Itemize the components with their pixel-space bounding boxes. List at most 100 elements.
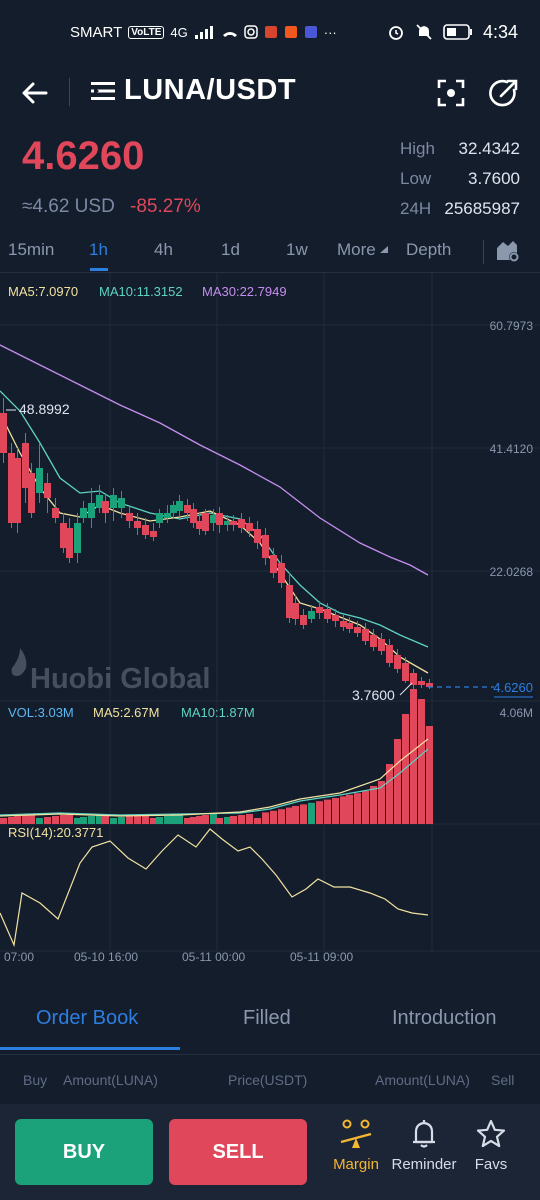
chart-canvas: Huobi Global MA5:7.0970 MA10:11.3152 MA3… <box>0 273 540 964</box>
volume-bar <box>44 817 51 824</box>
volume-bar <box>134 815 141 824</box>
scan-icon[interactable] <box>434 76 468 110</box>
tab-15min[interactable]: 15min <box>8 240 54 260</box>
volume-bar <box>346 794 353 824</box>
candle-body <box>230 521 237 525</box>
action-bar: BUY SELL Margin Reminder Favs <box>0 1104 540 1200</box>
volume-bar <box>316 801 323 824</box>
high-label: High <box>400 139 435 158</box>
star-icon <box>476 1119 506 1148</box>
candle-body <box>190 509 197 523</box>
volume-row: 24H 25685987 <box>400 194 520 224</box>
ob-amount-left-col: Amount(LUNA) <box>63 1072 158 1088</box>
usd-price: ≈4.62 USD <box>22 196 115 217</box>
volume-bar <box>418 699 425 824</box>
candle-body <box>22 443 29 488</box>
volume-bar <box>362 791 369 824</box>
tab-more[interactable]: More <box>337 240 389 260</box>
chart-settings-icon[interactable] <box>495 238 521 264</box>
volume-bar <box>60 815 67 824</box>
detail-tab-indicator <box>0 1047 180 1050</box>
candle-body <box>150 531 157 537</box>
candle-body <box>346 623 353 629</box>
low-marker: 3.7600 <box>352 687 395 703</box>
favs-button[interactable]: Favs <box>453 1118 529 1190</box>
candle-body <box>184 505 191 513</box>
order-book-header: Buy Amount(LUNA) Price(USDT) Amount(LUNA… <box>0 1072 540 1094</box>
volume-bar <box>0 818 7 824</box>
back-arrow-icon[interactable] <box>18 76 52 110</box>
sell-button[interactable]: SELL <box>169 1119 307 1185</box>
volume-bar <box>88 816 95 824</box>
ob-sell-col: Sell <box>491 1072 515 1088</box>
header-divider <box>69 78 70 106</box>
candle-body <box>8 453 15 523</box>
tab-depth[interactable]: Depth <box>406 240 451 260</box>
messenger-notification-icon <box>304 26 317 38</box>
detail-tabs: Order Book Filled Introduction <box>0 995 540 1051</box>
volume-bar <box>150 818 157 824</box>
vol-max-label: 4.06M <box>500 706 533 720</box>
last-price: 4.6260 <box>22 134 145 178</box>
candle-body <box>142 525 149 535</box>
volume-bar <box>164 816 171 824</box>
candle-body <box>286 585 293 618</box>
candle-body <box>0 413 7 453</box>
volume-bar <box>332 798 339 824</box>
tab-filled[interactable]: Filled <box>243 1007 291 1030</box>
candle-body <box>378 639 385 651</box>
time-label-2: 05-11 00:00 <box>182 950 245 964</box>
reminder-button[interactable]: Reminder <box>386 1118 462 1190</box>
vol-ma5-label: MA5:2.67M <box>93 705 159 720</box>
carrier-name: SMART <box>70 23 123 41</box>
share-icon[interactable] <box>487 76 521 110</box>
tab-order-book[interactable]: Order Book <box>36 1007 138 1030</box>
volume-bar <box>278 809 285 824</box>
tabs-divider <box>483 240 484 264</box>
candle-body <box>394 655 401 669</box>
candle-body <box>278 563 285 583</box>
candle-body <box>170 505 177 513</box>
volume-bar <box>410 689 417 824</box>
candle-body <box>354 627 361 633</box>
candle-body <box>210 515 217 523</box>
volume-bar <box>246 814 253 824</box>
buy-button[interactable]: BUY <box>15 1119 153 1185</box>
volume-bar <box>308 802 315 824</box>
candle-body <box>332 615 339 621</box>
top-bar: LUNA/USDT <box>0 64 540 122</box>
volume-bar <box>340 796 347 824</box>
volume-label: 24H <box>400 199 432 218</box>
margin-button[interactable]: Margin <box>318 1118 394 1190</box>
status-left: SMART VoLTE 4G ··· <box>70 24 337 41</box>
volume-bar <box>8 817 15 824</box>
volume-bar <box>66 814 73 824</box>
ob-price-col: Price(USDT) <box>228 1072 308 1088</box>
pair-selector[interactable]: LUNA/USDT <box>90 74 296 107</box>
candle-body <box>14 458 21 523</box>
tab-1d[interactable]: 1d <box>221 240 240 260</box>
tab-1w[interactable]: 1w <box>286 240 308 260</box>
candle-body <box>386 645 393 663</box>
volume-bar <box>370 786 377 824</box>
volume-bar <box>14 816 21 824</box>
tab-4h[interactable]: 4h <box>154 240 173 260</box>
alarm-icon <box>389 26 403 40</box>
bell-icon <box>413 1120 435 1148</box>
kline-chart[interactable]: Huobi Global MA5:7.0970 MA10:11.3152 MA3… <box>0 273 540 973</box>
candle-body <box>126 513 133 521</box>
candle-body <box>308 611 315 619</box>
status-bar: SMART VoLTE 4G ··· 4:34 <box>0 0 540 64</box>
tab-1h[interactable]: 1h <box>89 240 108 260</box>
candle-body <box>370 635 377 647</box>
volume-bar <box>300 804 307 824</box>
candle-body <box>96 495 103 508</box>
reminder-label: Reminder <box>391 1156 457 1173</box>
time-label-0: 07:00 <box>4 950 34 964</box>
volte-badge: VoLTE <box>128 25 165 39</box>
candle-body <box>36 468 43 493</box>
tab-introduction[interactable]: Introduction <box>392 1007 497 1030</box>
volume-bar <box>96 815 103 824</box>
volume-bar <box>216 818 223 824</box>
candle-body <box>324 609 331 619</box>
